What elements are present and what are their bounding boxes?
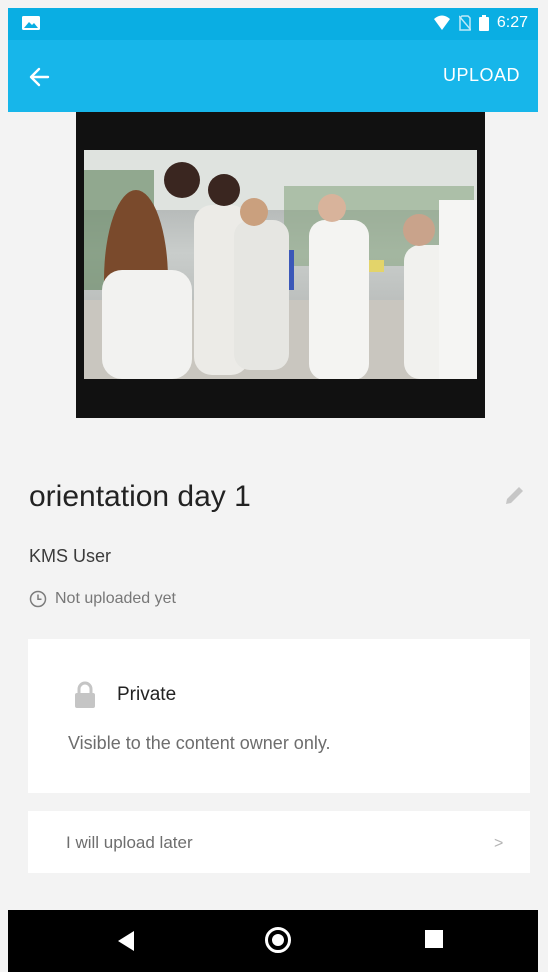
pencil-edit-icon[interactable] <box>502 482 528 508</box>
upload-status: Not uploaded yet <box>29 590 176 608</box>
upload-button[interactable]: UPLOAD <box>443 65 520 86</box>
lock-icon <box>75 681 95 708</box>
wifi-icon <box>433 15 450 30</box>
image-notification-icon <box>22 16 40 30</box>
system-navigation-bar <box>8 910 538 972</box>
upload-status-text: Not uploaded yet <box>55 590 176 607</box>
app-bar: UPLOAD <box>8 40 538 112</box>
upload-later-label: I will upload later <box>66 833 193 852</box>
privacy-description: Visible to the content owner only. <box>68 733 331 753</box>
status-time: 6:27 <box>496 14 528 31</box>
video-frame-image <box>84 150 477 379</box>
nav-back-icon[interactable] <box>118 931 134 951</box>
upload-later-option[interactable]: I will upload later > <box>28 811 530 873</box>
nav-home-icon[interactable] <box>265 927 291 953</box>
chevron-right-icon: > <box>494 835 504 852</box>
back-button[interactable] <box>22 60 56 94</box>
clock-icon <box>29 590 47 608</box>
owner-name: KMS User <box>29 546 112 566</box>
nav-recents-icon[interactable] <box>425 930 443 948</box>
status-bar: 6:27 <box>8 8 538 40</box>
media-title: orientation day 1 <box>29 480 251 513</box>
video-thumbnail[interactable] <box>76 112 485 418</box>
privacy-label: Private <box>117 684 177 705</box>
no-sim-icon <box>458 15 471 31</box>
arrow-left-icon <box>29 67 50 87</box>
battery-icon <box>478 15 489 31</box>
privacy-card[interactable]: Private Visible to the content owner onl… <box>28 639 530 793</box>
